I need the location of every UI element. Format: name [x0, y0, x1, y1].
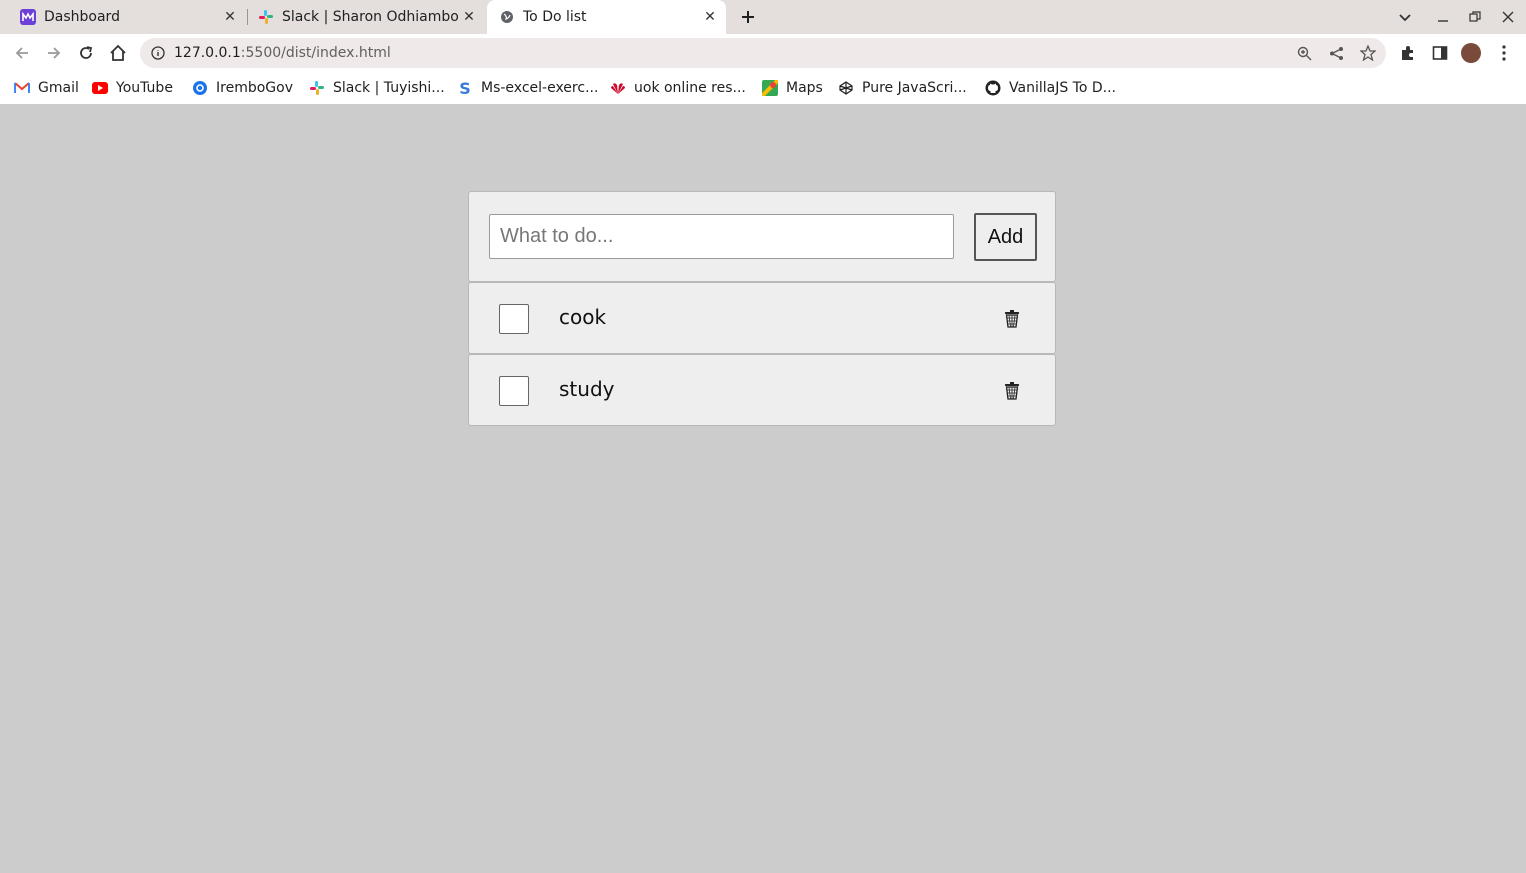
bookmark-irembogov[interactable]: IremboGov	[192, 78, 293, 98]
forward-arrow-icon[interactable]	[42, 41, 66, 65]
todo-checkbox[interactable]	[499, 376, 529, 406]
trash-icon[interactable]	[1003, 381, 1021, 401]
tab-title: Dashboard	[44, 9, 120, 25]
bookmark-label: YouTube	[116, 80, 173, 96]
todo-item-text: study	[559, 377, 615, 401]
todo-item: study	[468, 354, 1056, 426]
close-icon[interactable]: ✕	[222, 9, 238, 25]
page-viewport: Add cook study	[0, 104, 1526, 873]
todo-checkbox[interactable]	[499, 304, 529, 334]
minimize-icon[interactable]	[1433, 7, 1453, 27]
back-arrow-icon[interactable]	[10, 41, 34, 65]
new-tab-button[interactable]	[736, 5, 760, 29]
tab-todo-list[interactable]: To Do list ✕	[487, 0, 726, 34]
site-info-icon[interactable]	[150, 45, 166, 61]
bookmark-label: Gmail	[38, 80, 79, 96]
bookmark-label: uok online res...	[634, 80, 746, 96]
address-bar[interactable]: 127.0.0.1:5500/dist/index.html	[140, 38, 1386, 68]
bookmark-label: Ms-excel-exerc...	[481, 80, 599, 96]
tab-slack[interactable]: Slack | Sharon Odhiambo ✕	[248, 0, 485, 34]
bookmark-label: IremboGov	[216, 80, 293, 96]
bookmark-vanillajs[interactable]: VanillaJS To D...	[985, 78, 1116, 98]
url-text: 127.0.0.1:5500/dist/index.html	[174, 45, 391, 61]
tab-title: To Do list	[523, 9, 587, 25]
bookmark-pure-javascript[interactable]: Pure JavaScri...	[838, 78, 967, 98]
todo-form: Add	[468, 191, 1056, 282]
huawei-icon	[610, 80, 626, 96]
dashboard-logo-icon	[20, 9, 36, 25]
bookmark-label: Slack | Tuyishi...	[333, 80, 445, 96]
menu-kebab-icon[interactable]	[1494, 43, 1514, 63]
close-icon[interactable]: ✕	[461, 9, 477, 25]
reload-icon[interactable]	[74, 41, 98, 65]
slack-icon	[258, 9, 274, 25]
side-panel-icon[interactable]	[1430, 43, 1450, 63]
tab-title: Slack | Sharon Odhiambo	[282, 9, 459, 25]
add-button[interactable]: Add	[974, 213, 1037, 261]
bookmark-ms-excel[interactable]: S Ms-excel-exerc...	[457, 78, 598, 98]
tab-dashboard[interactable]: Dashboard ✕	[0, 0, 246, 34]
bookmark-youtube[interactable]: YouTube	[92, 78, 173, 98]
todo-item: cook	[468, 282, 1056, 354]
slack-icon	[309, 80, 325, 96]
todo-item-text: cook	[559, 305, 607, 329]
home-icon[interactable]	[106, 41, 130, 65]
trash-icon[interactable]	[1003, 309, 1021, 329]
bookmark-uok[interactable]: uok online res...	[610, 78, 746, 98]
irembo-icon	[192, 80, 208, 96]
restore-icon[interactable]	[1465, 7, 1485, 27]
todo-input[interactable]	[489, 214, 954, 259]
extensions-puzzle-icon[interactable]	[1398, 43, 1418, 63]
tab-strip: Dashboard ✕ Slack | Sharon Odhiambo ✕ To…	[0, 0, 1526, 34]
codepen-icon	[838, 80, 854, 96]
url-host: 127.0.0.1	[174, 45, 241, 61]
bookmark-star-icon[interactable]	[1360, 45, 1376, 61]
bookmarks-bar: Gmail YouTube IremboGov Slack | Tuyishi.…	[0, 72, 1526, 104]
profile-avatar[interactable]	[1461, 43, 1481, 63]
bookmark-slack[interactable]: Slack | Tuyishi...	[309, 78, 445, 98]
bookmark-gmail[interactable]: Gmail	[14, 78, 79, 98]
close-icon[interactable]: ✕	[702, 9, 718, 25]
close-window-icon[interactable]	[1498, 7, 1518, 27]
github-icon	[985, 80, 1001, 96]
tab-search-chevron-down-icon[interactable]	[1395, 7, 1415, 27]
browser-toolbar: 127.0.0.1:5500/dist/index.html	[0, 34, 1526, 72]
zoom-icon[interactable]	[1296, 45, 1312, 61]
gmail-icon	[14, 80, 30, 96]
s-icon: S	[459, 78, 471, 98]
url-path: :5500/dist/index.html	[240, 45, 391, 61]
avatar-image	[1461, 43, 1481, 63]
globe-icon	[499, 9, 515, 25]
bookmark-label: Maps	[786, 80, 823, 96]
share-icon[interactable]	[1328, 45, 1344, 61]
bookmark-label: VanillaJS To D...	[1009, 80, 1116, 96]
youtube-icon	[92, 80, 108, 96]
bookmark-label: Pure JavaScri...	[862, 80, 967, 96]
maps-icon	[762, 80, 778, 96]
bookmark-maps[interactable]: Maps	[762, 78, 823, 98]
